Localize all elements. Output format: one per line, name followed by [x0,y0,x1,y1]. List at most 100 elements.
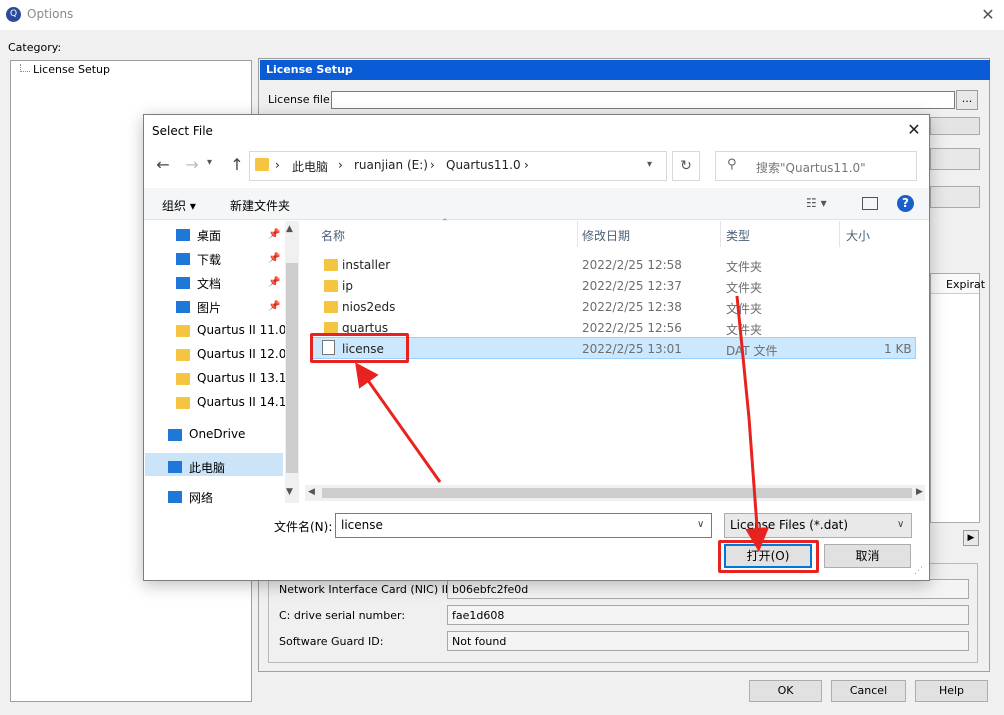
folder-icon [176,325,190,337]
filter-dropdown-icon[interactable]: ∨ [897,519,904,530]
column-divider[interactable] [839,221,840,247]
pin-icon: 📌 [268,277,281,288]
nav-item-label[interactable]: OneDrive [189,427,245,441]
breadcrumb-separator-icon[interactable]: › [524,158,529,172]
options-title-bar [0,0,1004,30]
desktop-icon [176,229,190,241]
ok-button[interactable]: OK [749,680,822,702]
file-type: 文件夹 [726,302,763,316]
nav-item-label[interactable]: 下载 [197,251,221,268]
tree-connector [20,64,30,72]
nav-item-label[interactable]: Quartus II 12.0 [197,347,286,361]
filename-input[interactable]: license [335,513,712,538]
network-icon [168,491,182,503]
annotation-highlight-open [718,540,819,573]
column-header-size[interactable]: 大小 [846,227,870,244]
software-guard-label: Software Guard ID: [279,635,384,648]
breadcrumb-separator-icon[interactable]: › [338,158,343,172]
license-table [930,273,980,523]
pin-icon: 📌 [268,301,281,312]
license-file-label: License file: [268,93,334,106]
nav-item-label[interactable]: 网络 [189,489,213,506]
license-button-hidden-1[interactable] [930,148,980,170]
column-header-type[interactable]: 类型 [726,227,750,244]
search-placeholder: 搜索"Quartus11.0" [756,161,866,175]
back-arrow-icon[interactable]: ← [153,155,173,174]
file-type: 文件夹 [726,260,763,274]
new-folder-button[interactable]: 新建文件夹 [230,197,290,214]
file-name[interactable]: ip [342,279,353,293]
breadcrumb-separator-icon[interactable]: › [430,158,435,172]
tree-item-license-setup[interactable]: License Setup [33,63,110,76]
preview-pane-icon[interactable] [862,197,878,210]
license-button-hidden-2[interactable] [930,186,980,208]
filename-label: 文件名(N): [274,520,333,534]
file-date: 2022/2/25 12:58 [582,258,682,272]
folder-icon [324,301,338,313]
help-button[interactable]: Help [915,680,988,702]
refresh-icon[interactable]: ↻ [672,151,700,181]
folder-icon [176,373,190,385]
nav-item-label[interactable]: 此电脑 [189,459,225,476]
column-divider[interactable] [577,221,578,247]
nav-scrollbar-thumb[interactable] [286,263,298,473]
file-type-filter[interactable]: License Files (*.dat) [724,513,912,538]
software-guard-value: Not found [447,631,969,651]
horizontal-scrollbar-thumb[interactable] [322,488,912,498]
options-close-icon[interactable]: ✕ [978,5,998,25]
file-name[interactable]: nios2eds [342,300,395,314]
search-icon: ⚲ [727,157,737,172]
address-dropdown-icon[interactable]: ▾ [647,159,652,170]
sort-ascending-icon: ⌃ [441,218,449,228]
organize-button[interactable]: 组织 ▾ [162,197,196,214]
table-scroll-right-icon[interactable]: ▶ [963,530,979,546]
annotation-highlight-license [310,333,409,363]
nav-item-label[interactable]: Quartus II 11.0 [197,323,286,337]
cancel-button[interactable]: Cancel [831,680,906,702]
nav-item-label[interactable]: Quartus II 13.1 [197,371,286,385]
download-icon [176,253,190,265]
up-arrow-icon[interactable]: ↑ [227,155,247,174]
license-setup-header: License Setup [260,60,990,80]
view-options-icon[interactable]: ☷ ▾ [806,196,827,210]
scroll-right-icon[interactable]: ▶ [916,487,923,497]
resize-grip-icon[interactable]: ⋰ [914,566,923,576]
help-icon[interactable]: ? [897,195,914,212]
breadcrumb-this-pc[interactable]: 此电脑 [292,158,328,175]
file-date: 2022/2/25 13:01 [582,342,682,356]
file-type: DAT 文件 [726,344,778,358]
browse-button[interactable]: ... [956,90,978,110]
forward-arrow-icon[interactable]: → [182,155,202,174]
app-icon: Q [6,7,21,22]
file-name[interactable]: installer [342,258,390,272]
dialog-close-icon[interactable]: ✕ [902,120,926,140]
nav-item-label[interactable]: Quartus II 14.1 [197,395,286,409]
column-divider[interactable] [720,221,721,247]
options-window-title: Options [27,7,74,21]
folder-icon [324,280,338,292]
file-date: 2022/2/25 12:38 [582,300,682,314]
breadcrumb-drive[interactable]: ruanjian (E:) [354,158,428,172]
nav-item-label[interactable]: 图片 [197,299,221,316]
breadcrumb-separator-icon[interactable]: › [275,158,280,172]
license-field-hidden[interactable] [930,117,980,135]
nav-item-label[interactable]: 文档 [197,275,221,292]
pin-icon: 📌 [268,253,281,264]
select-file-title: Select File [152,124,213,138]
scroll-up-icon[interactable]: ▲ [286,224,293,234]
scroll-down-icon[interactable]: ▼ [286,487,293,497]
nav-item-label[interactable]: 桌面 [197,227,221,244]
expiration-column-header[interactable]: Expirat [931,274,985,294]
recent-locations-chevron-icon[interactable]: ▾ [207,157,212,168]
document-icon [176,277,190,289]
column-header-name[interactable]: 名称 [321,227,345,244]
dialog-cancel-button[interactable]: 取消 [824,544,911,568]
column-header-date[interactable]: 修改日期 [582,227,630,244]
license-file-input[interactable] [331,91,955,109]
nic-label: Network Interface Card (NIC) ID: [279,583,458,596]
filename-dropdown-icon[interactable]: ∨ [697,519,704,530]
nic-value: b06ebfc2fe0d [447,579,969,599]
folder-icon [176,349,190,361]
breadcrumb-folder[interactable]: Quartus11.0 [446,158,521,172]
scroll-left-icon[interactable]: ◀ [308,487,315,497]
